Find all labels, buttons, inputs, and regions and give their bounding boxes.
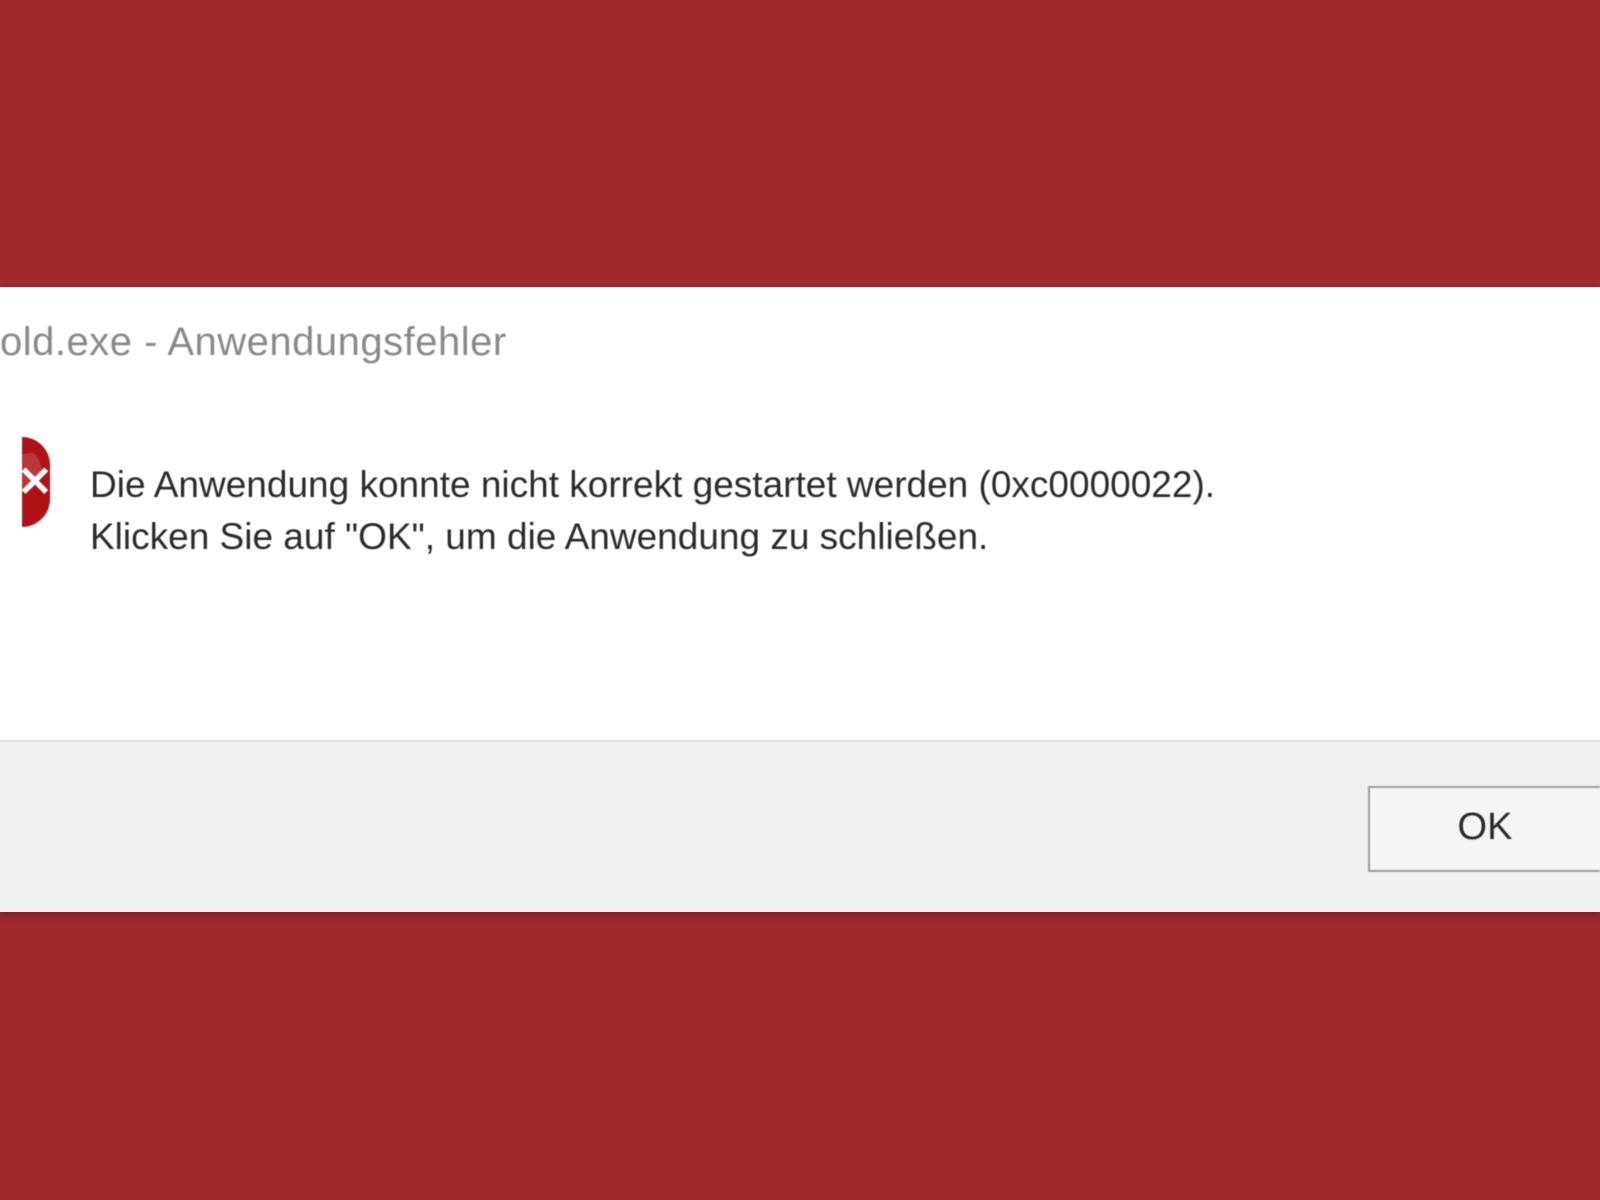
dialog-message-line2: Klicken Sie auf "OK", um die Anwendung z…: [90, 511, 1215, 563]
ok-button[interactable]: OK: [1368, 786, 1600, 872]
dialog-button-bar: OK: [0, 740, 1600, 912]
error-icon: [22, 437, 50, 527]
dialog-icon-column: [0, 437, 50, 527]
dialog-title: old.exe - Anwendungsfehler: [0, 320, 507, 365]
dialog-message-column: Die Anwendung konnte nicht korrekt gesta…: [50, 437, 1215, 563]
error-dialog: old.exe - Anwendungsfehler Die Anwendung…: [0, 287, 1600, 912]
dialog-body: Die Anwendung konnte nicht korrekt gesta…: [0, 397, 1600, 623]
dialog-message-line1: Die Anwendung konnte nicht korrekt gesta…: [90, 459, 1215, 511]
dialog-titlebar[interactable]: old.exe - Anwendungsfehler: [0, 287, 1600, 397]
